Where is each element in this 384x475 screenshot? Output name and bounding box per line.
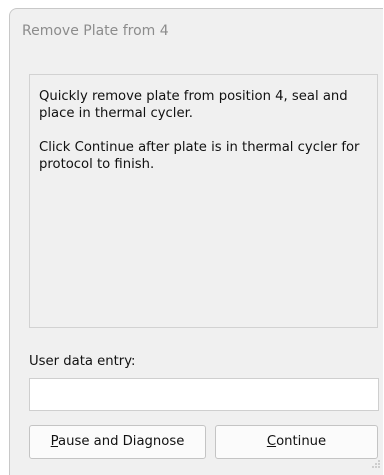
- pause-and-diagnose-button[interactable]: Pause and Diagnose: [29, 425, 206, 459]
- continue-label-rest: ontinue: [276, 434, 327, 449]
- title-bar[interactable]: Remove Plate from 4: [10, 9, 383, 51]
- user-data-entry-input[interactable]: [29, 378, 379, 411]
- background: [0, 0, 10, 10]
- message-text: Quickly remove plate from position 4, se…: [39, 88, 369, 190]
- remove-plate-dialog: Remove Plate from 4 Quickly remove plate…: [9, 8, 383, 475]
- resize-grip-icon[interactable]: [371, 459, 381, 469]
- user-data-entry-label: User data entry:: [29, 354, 136, 369]
- continue-mnemonic: C: [266, 434, 277, 449]
- message-panel: Quickly remove plate from position 4, se…: [29, 74, 378, 328]
- message-line-2: Click Continue after plate is in thermal…: [39, 140, 360, 172]
- message-line-1: Quickly remove plate from position 4, se…: [39, 89, 348, 121]
- continue-button[interactable]: Continue: [215, 425, 378, 459]
- pause-mnemonic: P: [50, 434, 59, 449]
- pause-label-rest: ause and Diagnose: [58, 434, 185, 449]
- dialog-title: Remove Plate from 4: [22, 23, 169, 39]
